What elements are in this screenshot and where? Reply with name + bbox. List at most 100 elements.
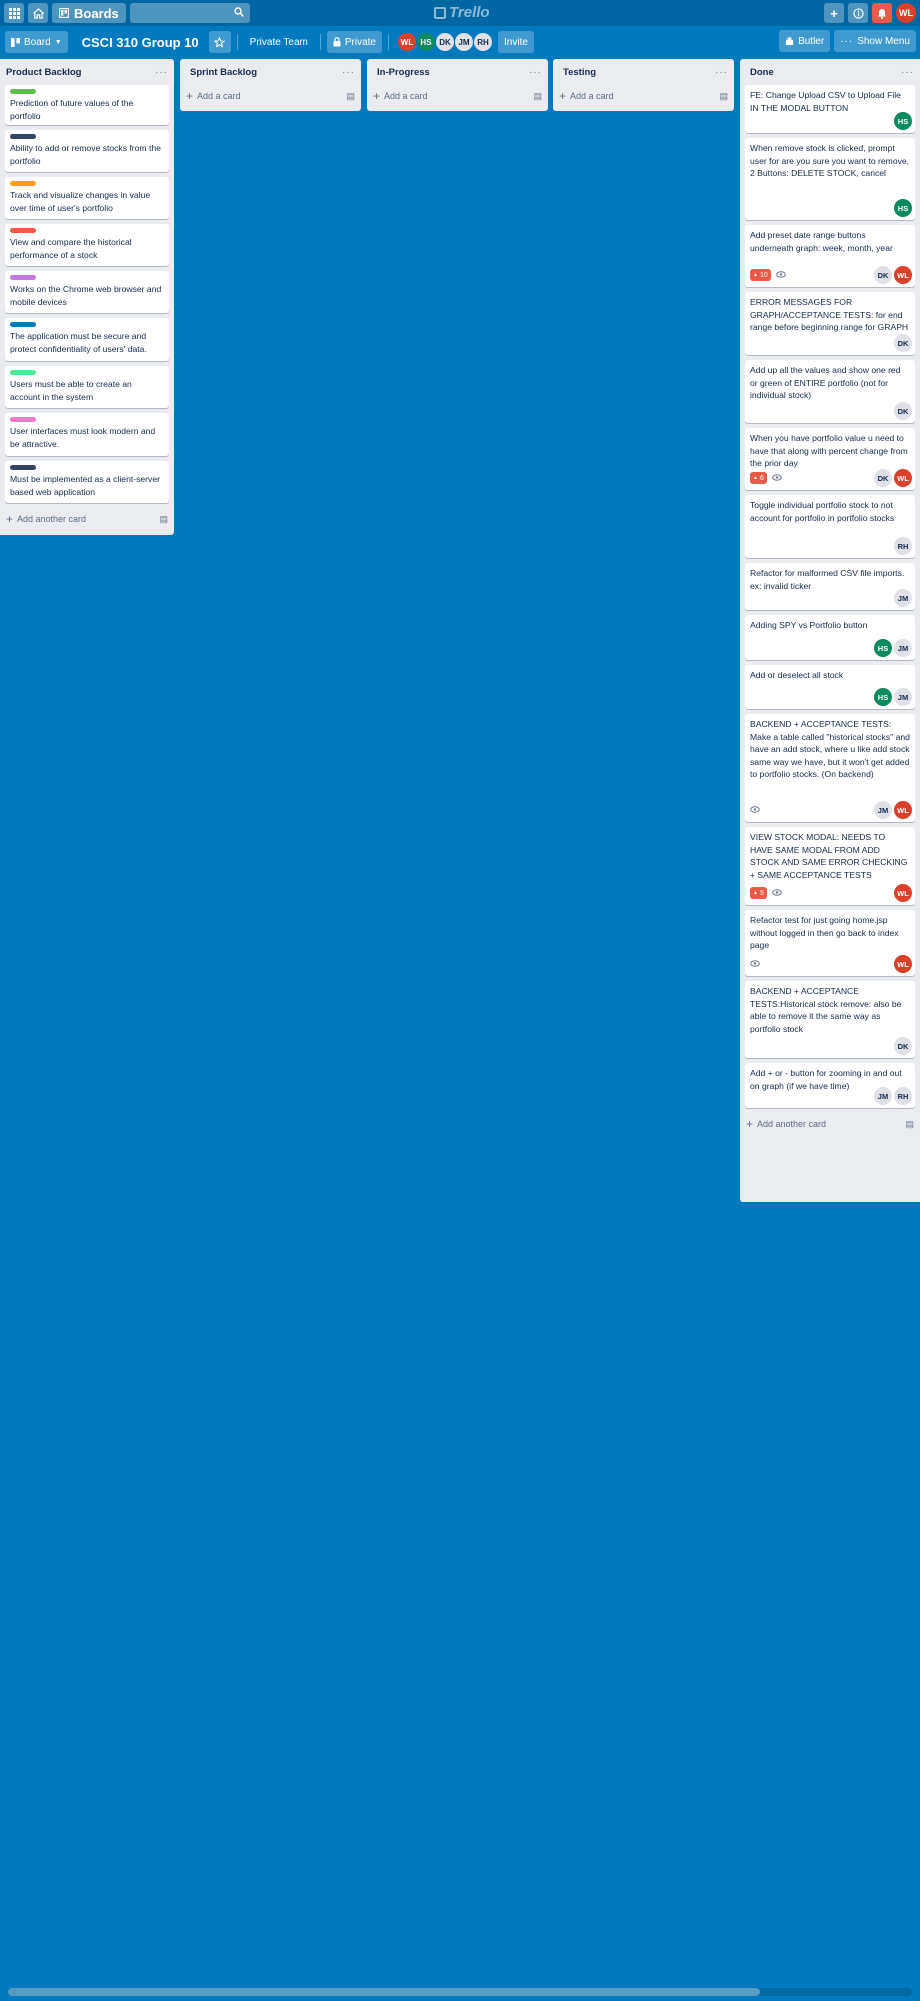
list-title[interactable]: Done <box>746 67 901 78</box>
card[interactable]: ERROR MESSAGES FOR GRAPH/ACCEPTANCE TEST… <box>745 292 915 355</box>
create-button[interactable]: + <box>824 3 844 23</box>
card[interactable]: FE: Change Upload CSV to Upload File IN … <box>745 85 915 133</box>
butler-button[interactable]: Butler <box>779 30 831 52</box>
board-view-switcher[interactable]: Board ▼ <box>5 31 68 53</box>
list-menu-icon[interactable]: ··· <box>715 67 728 78</box>
list-title[interactable]: Sprint Backlog <box>186 67 342 78</box>
card[interactable]: User interfaces must look modern and be … <box>5 413 169 456</box>
card[interactable]: VIEW STOCK MODAL: NEEDS TO HAVE SAME MOD… <box>745 827 915 905</box>
card-member-avatar[interactable]: DK <box>894 402 912 420</box>
apps-button[interactable] <box>4 3 24 23</box>
card-template-icon[interactable]: ▤ <box>159 514 168 525</box>
list-title[interactable]: In-Progress <box>373 67 529 78</box>
board-title[interactable]: CSCI 310 Group 10 <box>82 35 199 50</box>
card[interactable]: Prediction of future values of the portf… <box>5 85 169 125</box>
horizontal-scrollbar[interactable] <box>8 1988 912 1996</box>
card[interactable]: Track and visualize changes in value ove… <box>5 177 169 219</box>
card-label[interactable] <box>10 322 36 327</box>
card-label[interactable] <box>10 417 36 422</box>
card-template-icon[interactable]: ▤ <box>905 1119 914 1130</box>
card[interactable]: Refactor for malformed CSV file imports.… <box>745 563 915 610</box>
search-input[interactable] <box>129 3 242 23</box>
card-member-avatar[interactable]: JM <box>874 1087 892 1105</box>
home-button[interactable] <box>28 3 48 23</box>
card-member-avatar[interactable]: HS <box>894 112 912 130</box>
card[interactable]: Works on the Chrome web browser and mobi… <box>5 271 169 313</box>
card-member-avatar[interactable]: WL <box>894 801 912 819</box>
due-notification-badge[interactable]: ▲ 10 <box>750 269 771 281</box>
add-card-button[interactable]: + Add a card ▤ <box>553 85 734 107</box>
list-menu-icon[interactable]: ··· <box>155 67 168 78</box>
user-avatar[interactable]: WL <box>896 3 916 23</box>
list-menu-icon[interactable]: ··· <box>901 67 914 78</box>
list-menu-icon[interactable]: ··· <box>342 67 355 78</box>
info-button[interactable] <box>848 3 868 23</box>
add-card-button[interactable]: + Add a card ▤ <box>180 85 361 107</box>
member-avatar[interactable]: WL <box>396 32 417 52</box>
due-notification-badge[interactable]: ▲ 5 <box>750 887 767 899</box>
card-label[interactable] <box>10 228 36 233</box>
notifications-button[interactable] <box>872 3 892 23</box>
show-menu-button[interactable]: ··· Show Menu <box>834 30 916 52</box>
card-member-avatar[interactable]: DK <box>894 1037 912 1055</box>
card-template-icon[interactable]: ▤ <box>346 91 355 102</box>
team-button[interactable]: Private Team <box>244 31 314 53</box>
card[interactable]: Add preset date range buttons underneath… <box>745 225 915 287</box>
star-button[interactable] <box>208 31 231 53</box>
card-member-avatar[interactable]: WL <box>894 469 912 487</box>
add-card-button[interactable]: + Add another card ▤ <box>740 1113 920 1135</box>
card-member-avatar[interactable]: HS <box>874 688 892 706</box>
card-member-avatar[interactable]: WL <box>894 266 912 284</box>
card-member-avatar[interactable]: DK <box>874 469 892 487</box>
trello-logo[interactable]: Trello <box>434 4 490 21</box>
card-template-icon[interactable]: ▤ <box>719 91 728 102</box>
card-label[interactable] <box>10 465 36 470</box>
visibility-button[interactable]: Private <box>326 31 382 53</box>
add-card-button[interactable]: + Add another card ▤ <box>0 508 174 530</box>
add-card-button[interactable]: + Add a card ▤ <box>367 85 548 107</box>
card-member-avatar[interactable]: JM <box>874 801 892 819</box>
card[interactable]: Must be implemented as a client-server b… <box>5 461 169 503</box>
card-member-avatar[interactable]: DK <box>874 266 892 284</box>
search-icon[interactable] <box>234 6 244 20</box>
card[interactable]: Ability to add or remove stocks from the… <box>5 130 169 172</box>
card-member-avatar[interactable]: WL <box>894 884 912 902</box>
card[interactable]: The application must be secure and prote… <box>5 318 169 361</box>
card[interactable]: View and compare the historical performa… <box>5 224 169 266</box>
card-label[interactable] <box>10 181 36 186</box>
card-member-avatar[interactable]: RH <box>894 537 912 555</box>
card-member-avatar[interactable]: DK <box>894 334 912 352</box>
card[interactable]: Add up all the values and show one red o… <box>745 360 915 423</box>
card[interactable]: BACKEND + ACCEPTANCE TESTS:Historical st… <box>745 981 915 1058</box>
card[interactable]: Toggle individual portfolio stock to not… <box>745 495 915 558</box>
card[interactable]: Adding SPY vs Portfolio button HS JM <box>745 615 915 660</box>
card[interactable]: BACKEND + ACCEPTANCE TESTS: Make a table… <box>745 714 915 822</box>
list-menu-icon[interactable]: ··· <box>529 67 542 78</box>
card-label[interactable] <box>10 275 36 280</box>
member-avatar[interactable]: HS <box>415 32 436 52</box>
card-template-icon[interactable]: ▤ <box>533 91 542 102</box>
scrollbar-thumb[interactable] <box>8 1988 760 1996</box>
member-avatar[interactable]: JM <box>453 32 474 52</box>
card[interactable]: Add + or - button for zooming in and out… <box>745 1063 915 1108</box>
card-label[interactable] <box>10 89 36 94</box>
card-label[interactable] <box>10 370 36 375</box>
list-title[interactable]: Product Backlog <box>6 67 155 78</box>
card[interactable]: Users must be able to create an account … <box>5 366 169 408</box>
invite-button[interactable]: Invite <box>497 31 534 53</box>
card[interactable]: When remove stock is clicked, prompt use… <box>745 138 915 220</box>
list-title[interactable]: Testing <box>559 67 715 78</box>
card-member-avatar[interactable]: JM <box>894 639 912 657</box>
member-avatar[interactable]: DK <box>434 32 455 52</box>
card-member-avatar[interactable]: RH <box>894 1087 912 1105</box>
member-avatar[interactable]: RH <box>472 32 493 52</box>
card-member-avatar[interactable]: JM <box>894 589 912 607</box>
card-label[interactable] <box>10 134 36 139</box>
due-notification-badge[interactable]: ▲ 6 <box>750 472 767 484</box>
card-member-avatar[interactable]: JM <box>894 688 912 706</box>
card-member-avatar[interactable]: WL <box>894 955 912 973</box>
card[interactable]: When you have portfolio value u need to … <box>745 428 915 490</box>
card-member-avatar[interactable]: HS <box>874 639 892 657</box>
card[interactable]: Add or deselect all stock HS JM <box>745 665 915 709</box>
card[interactable]: Refactor test for just going home.jsp wi… <box>745 910 915 976</box>
